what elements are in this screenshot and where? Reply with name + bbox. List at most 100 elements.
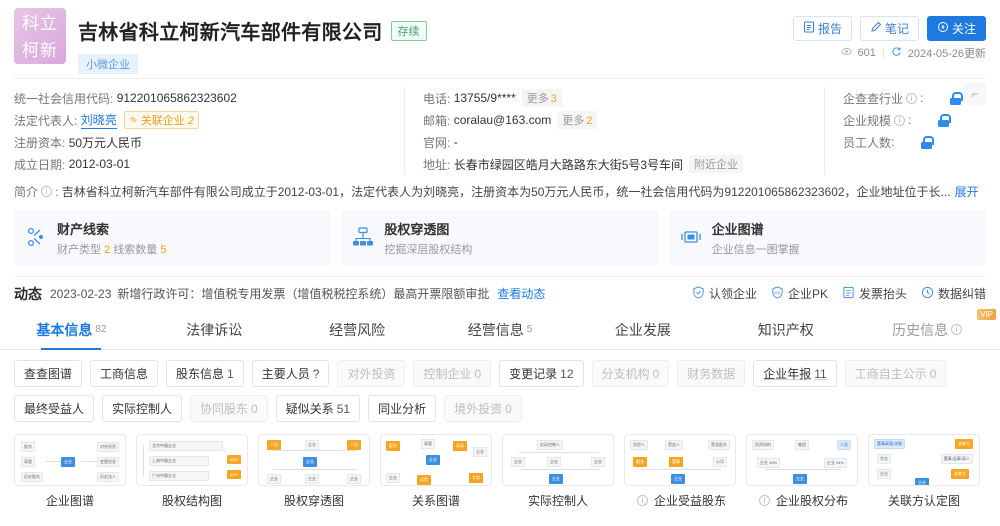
equity-penetration-card[interactable]: 股权穿透图 挖掘深层股权结构	[341, 210, 658, 266]
beneficiary-help-icon[interactable]: i	[637, 495, 648, 506]
expand-icon[interactable]: ⌐	[964, 83, 986, 105]
thumb-actual-controller[interactable]: 实际控制人 企业 企业 企业 企业 实际控制人	[502, 434, 614, 509]
company-tag-small-micro[interactable]: 小微企业	[78, 54, 138, 74]
follow-button[interactable]: 关注	[927, 16, 986, 41]
invoice-header-button[interactable]: 发票抬头	[842, 285, 907, 302]
summary-expand-button[interactable]: 展开	[955, 183, 979, 200]
company-pk-button[interactable]: PK 企业PK	[771, 285, 828, 302]
thumb-related-party[interactable]: 董事高管/关联 关联方 字业 董事/监事/高人 企业 关联方 企业 关联方认定图	[868, 434, 980, 509]
logo-line-1: 科立	[14, 10, 66, 37]
industry-help-icon[interactable]: i	[906, 93, 917, 104]
email-more-button[interactable]: 更多2	[557, 111, 597, 129]
phone-more-button[interactable]: 更多3	[522, 89, 562, 107]
data-correction-button[interactable]: 数据纠错	[921, 285, 986, 302]
chip-suspected-relations[interactable]: 疑似关系51	[276, 395, 360, 422]
thumb-node: 人员	[267, 440, 281, 450]
thumb-enterprise-graph[interactable]: 股东 对外投资 高管 企业 变更信息 历史股东 历史法人 企业图谱	[14, 434, 126, 509]
nearby-companies-button[interactable]: 附近企业	[689, 155, 743, 173]
chip-change-records-label: 变更记录	[509, 367, 557, 381]
thumb-actual-controller-preview[interactable]: 实际控制人 企业 企业 企业 企业	[502, 434, 614, 486]
dynamic-text: 新增行政许可：增值税专用发票（增值税税控系统）最高开票限额审批	[117, 285, 489, 302]
report-button[interactable]: 报告	[793, 16, 852, 41]
chip-branches[interactable]: 分支机构0	[592, 360, 670, 387]
tab-history-info[interactable]: 历史信息 i VIP	[857, 310, 1000, 349]
thumb-node: 诉讼	[453, 441, 467, 451]
chip-financial-data[interactable]: 财务数据	[677, 360, 745, 387]
company-pk-label: 企业PK	[788, 285, 828, 302]
chip-business-info[interactable]: 工商信息	[90, 360, 158, 387]
property-clue-card[interactable]: 财产线索 财产类型 2 线索数量 5	[14, 210, 331, 266]
view-dynamic-link[interactable]: 查看动态	[497, 285, 545, 302]
industry-lock-icon[interactable]	[949, 92, 960, 105]
tab-business-info[interactable]: 经营信息5	[429, 310, 572, 349]
related-company-tag[interactable]: 关联企业 2	[124, 111, 199, 129]
chip-key-personnel[interactable]: 主要人员?	[252, 360, 330, 387]
note-button[interactable]: 笔记	[860, 16, 919, 41]
history-help-icon[interactable]: i	[951, 324, 962, 335]
capital-label: 注册资本:	[14, 134, 65, 151]
thumb-enterprise-graph-preview[interactable]: 股东 对外投资 高管 企业 变更信息 历史股东 历史法人	[14, 434, 126, 486]
thumb-equity-penetration-preview[interactable]: 人员 企业 人员 企业 企业 企业 企业	[258, 434, 370, 486]
thumb-node: 企业	[511, 457, 525, 467]
thumb-equity-structure-preview[interactable]: 北京中烟企业 上海中烟企业 广州中烟企业 50% 40%	[136, 434, 248, 486]
chip-shareholder-info[interactable]: 股东信息1	[166, 360, 244, 387]
tab-intellectual-property[interactable]: 知识产权	[714, 310, 857, 349]
chip-outbound-investment-label: 对外投资	[347, 367, 395, 381]
thumb-node: 企业	[305, 440, 319, 450]
thumb-node: 股东	[386, 441, 400, 451]
chip-suspected-relations-label: 疑似关系	[286, 402, 334, 416]
legal-rep-value[interactable]: 刘晓亮	[81, 111, 117, 129]
tab-enterprise-development[interactable]: 企业发展	[571, 310, 714, 349]
chip-self-disclosure[interactable]: 工商自主公示0	[845, 360, 947, 387]
thumb-beneficiary-shareholders-preview[interactable]: 实控人 受益人 受益股东 股东 董事 公司 企业	[624, 434, 736, 486]
thumb-relation-graph-preview[interactable]: 股东 高管 诉讼 企业 企业 企业 风险 专利	[380, 434, 492, 486]
thumb-beneficiary-shareholders[interactable]: 实控人 受益人 受益股东 股东 董事 公司 企业 i 企业受益股东	[624, 434, 736, 509]
chip-annual-report[interactable]: 企业年报11	[753, 360, 836, 387]
employees-lock-icon[interactable]	[920, 136, 931, 149]
thumb-equity-distribution-preview[interactable]: 投资机构 集团 人员 企业 45% 企业 44% 企业	[746, 434, 858, 486]
tab-legal-litigation[interactable]: 法律诉讼	[143, 310, 286, 349]
thumb-equity-penetration[interactable]: 人员 企业 人员 企业 企业 企业 企业 股权穿透图	[258, 434, 370, 509]
tab-intellectual-property-label: 知识产权	[758, 320, 814, 340]
scale-label: 企业规模	[843, 112, 891, 129]
claim-company-button[interactable]: 认领企业	[692, 285, 757, 302]
chip-cooperative-shareholders[interactable]: 协同股东0	[190, 395, 268, 422]
tab-business-risk[interactable]: 经营风险	[286, 310, 429, 349]
chip-actual-controller[interactable]: 实际控制人	[102, 395, 182, 422]
chip-final-beneficiary[interactable]: 最终受益人	[14, 395, 94, 422]
enterprise-graph-icon	[679, 225, 703, 252]
info-column-mid: 电话: 13755/9**** 更多3 邮箱: coralau@163.com …	[404, 87, 824, 175]
chip-graph[interactable]: 查查图谱	[14, 360, 82, 387]
chip-change-records[interactable]: 变更记录12	[499, 360, 583, 387]
chip-peer-analysis[interactable]: 同业分析	[368, 395, 436, 422]
chip-business-info-label: 工商信息	[100, 367, 148, 381]
summary-help-icon[interactable]: i	[41, 186, 52, 197]
thumb-node: 企业 45%	[757, 458, 780, 468]
chip-cooperative-shareholders-count: 0	[251, 402, 258, 416]
thumb-equity-structure[interactable]: 北京中烟企业 上海中烟企业 广州中烟企业 50% 40% 股权结构图	[136, 434, 248, 509]
scale-lock-icon[interactable]	[937, 114, 948, 127]
scale-help-icon[interactable]: i	[894, 115, 905, 126]
email-more-count: 2	[586, 115, 592, 127]
chip-outbound-investment[interactable]: 对外投资	[337, 360, 405, 387]
chip-overseas-investment[interactable]: 境外投资0	[444, 395, 522, 422]
thumb-node: 企业	[591, 457, 605, 467]
phone-value: 13755/9****	[454, 91, 516, 105]
page-header: 科立 柯新 吉林省科立柯新汽车部件有限公司 存续 小微企业 报告	[0, 0, 1000, 78]
enterprise-graph-card[interactable]: 企业图谱 企业信息一图掌握	[669, 210, 986, 266]
thumb-node-center: 企业	[61, 457, 75, 467]
thumb-node: 关联方	[955, 439, 973, 449]
tab-basic-info[interactable]: 基本信息82	[0, 310, 143, 349]
chip-self-disclosure-count: 0	[930, 367, 937, 381]
thumb-edge	[519, 452, 599, 453]
distribution-help-icon[interactable]: i	[759, 495, 770, 506]
thumb-relation-graph[interactable]: 股东 高管 诉讼 企业 企业 企业 风险 专利 关系图谱	[380, 434, 492, 509]
graph-thumbnail-row: 股东 对外投资 高管 企业 变更信息 历史股东 历史法人 企业图谱 北京中烟企业…	[14, 434, 986, 509]
equity-penetration-sub: 挖掘深层股权结构	[384, 241, 472, 257]
thumb-beneficiary-label: 企业受益股东	[654, 492, 726, 509]
employees-label: 员工人数	[843, 134, 891, 151]
chip-controlled-companies[interactable]: 控制企业0	[413, 360, 491, 387]
thumb-related-party-preview[interactable]: 董事高管/关联 关联方 字业 董事/监事/高人 企业 关联方 企业	[868, 434, 980, 486]
chip-controlled-companies-count: 0	[474, 367, 481, 381]
thumb-equity-distribution[interactable]: 投资机构 集团 人员 企业 45% 企业 44% 企业 i 企业股权分布	[746, 434, 858, 509]
